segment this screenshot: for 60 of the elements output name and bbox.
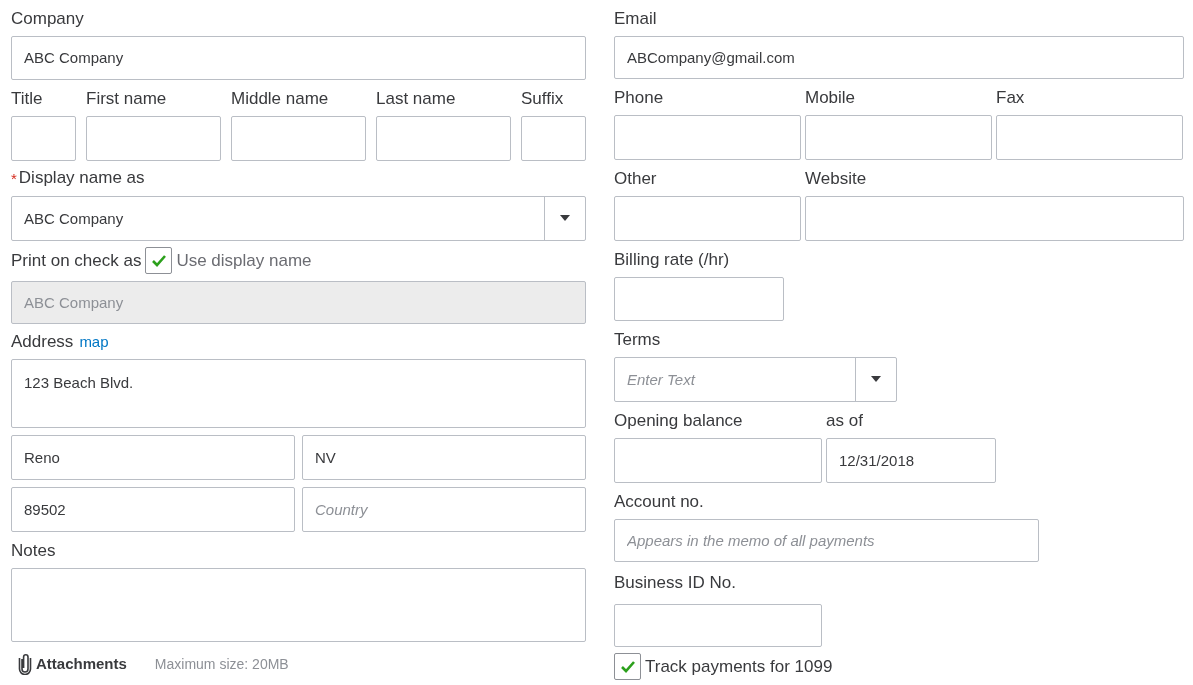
field-label: Business ID No. (614, 572, 737, 595)
checkmark-icon (150, 253, 167, 268)
paperclip-icon (18, 652, 32, 675)
field-label: Phone (614, 87, 665, 110)
date-field[interactable]: 12/31/2018 (826, 437, 996, 483)
opening-balance-field[interactable] (614, 437, 822, 483)
field-label: Title (11, 87, 44, 110)
field-label: Mobile (805, 87, 857, 110)
input-field[interactable] (996, 115, 1183, 161)
size-note: Maximum size: 20MB (154, 655, 289, 672)
attachments-link[interactable]: Attachments (36, 655, 127, 673)
input-field[interactable] (805, 196, 1184, 242)
required-mark: * (11, 169, 17, 187)
field-label: Middle name (231, 87, 330, 110)
dropdown-value: ABC Company (23, 208, 125, 229)
billing-rate-field[interactable] (614, 277, 784, 321)
field-label: Website (805, 168, 868, 191)
input-field[interactable] (614, 115, 801, 161)
city-field[interactable]: Reno (11, 434, 295, 480)
street-field[interactable]: 123 Beach Blvd. (11, 359, 586, 428)
input-field[interactable] (376, 115, 511, 161)
zip-field[interactable]: 89502 (11, 486, 295, 532)
field-label: Address (11, 331, 74, 352)
field-label: Print on check as (11, 250, 142, 271)
company-field[interactable]: ABC Company (11, 36, 586, 80)
input-field[interactable] (805, 115, 992, 161)
input-field[interactable] (614, 196, 801, 242)
input-field[interactable] (521, 115, 586, 161)
display-name-dropdown[interactable]: ABC Company (11, 195, 586, 241)
field-label: Account no. (614, 490, 705, 513)
field-label: First name (86, 87, 168, 110)
field-label: Email (614, 8, 658, 30)
checkbox-label: Track payments for 1099 (645, 656, 833, 677)
input-field[interactable] (86, 115, 221, 161)
field-label: Notes (11, 539, 57, 562)
field-label: Opening balance (614, 409, 744, 432)
field-label: as of (826, 409, 864, 432)
caret-icon (871, 376, 881, 383)
business-id-field[interactable] (614, 604, 822, 648)
input-field[interactable] (11, 115, 76, 161)
field-label: Other (614, 168, 658, 191)
field-label: Company (11, 8, 85, 30)
account-number-field[interactable]: Appears in the memo of all payments (614, 518, 1039, 563)
country-field[interactable]: Country (302, 486, 586, 532)
checkbox-label: Use display name (176, 250, 312, 271)
state-field[interactable]: NV (302, 434, 586, 480)
field-label: Billing rate (/hr) (614, 249, 731, 272)
checkmark-icon (619, 659, 636, 674)
field-label: Display name as (18, 168, 145, 189)
dropdown-placeholder: Enter Text (626, 369, 697, 390)
checkbox[interactable] (614, 653, 641, 681)
field-label: Terms (614, 328, 662, 351)
map-link[interactable]: map (79, 333, 109, 351)
field-label: Last name (376, 87, 457, 110)
input-field[interactable] (231, 115, 366, 161)
notes-field[interactable] (11, 567, 586, 643)
field-label: Suffix (521, 87, 565, 110)
email-field[interactable]: ABCompany@gmail.com (614, 36, 1184, 80)
field-label: Fax (996, 87, 1026, 110)
caret-icon (560, 215, 570, 222)
